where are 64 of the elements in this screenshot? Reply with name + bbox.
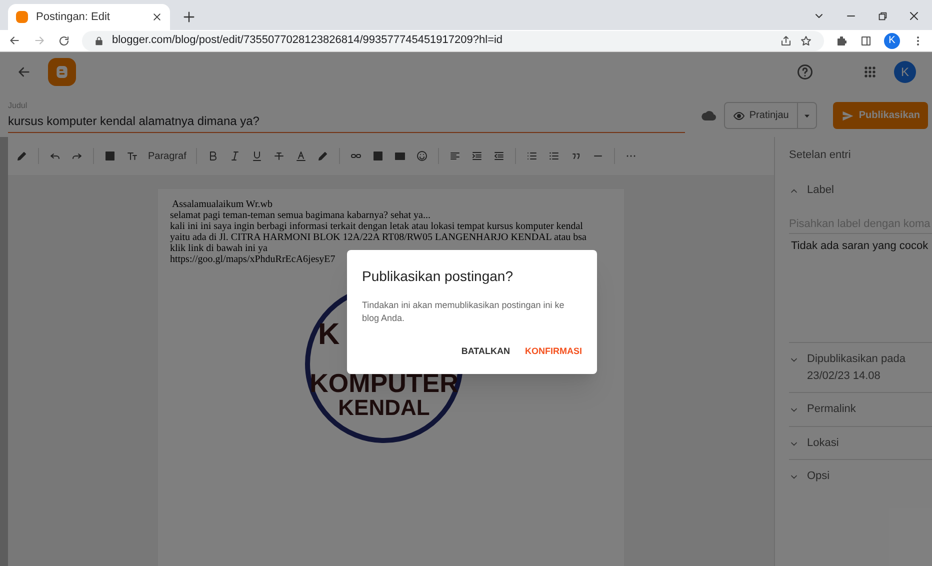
apps-grid-icon[interactable] <box>862 64 878 80</box>
blogger-logo-icon <box>48 58 76 86</box>
title-text: kursus komputer kendal alamatnya dimana ya? <box>8 113 260 130</box>
section-header[interactable]: Label <box>789 182 932 198</box>
reload-icon[interactable] <box>58 34 70 46</box>
cancel-button[interactable]: BATALKAN <box>461 345 510 358</box>
emoji-icon[interactable] <box>416 150 428 162</box>
favicon-icon <box>16 11 28 23</box>
indent-icon[interactable] <box>471 150 484 162</box>
post-text: Assalamualaikum Wr.wb <box>170 199 272 210</box>
logo-text: K <box>318 318 340 352</box>
outdent-icon[interactable] <box>493 150 506 162</box>
underline-icon[interactable] <box>251 150 264 162</box>
section-title: Opsi <box>807 469 830 484</box>
section-header[interactable]: Permalink <box>789 401 932 418</box>
url-text: blogger.com/blog/post/edit/7355077028123826814/993577745451917209?hl=id <box>112 33 504 48</box>
post-text: selamat pagi teman-teman semua bagimana kabarnya? sehat ya... <box>170 210 430 221</box>
section-detail: 23/02/23 14.08 <box>807 368 882 384</box>
browser-tab[interactable]: Postingan: Edit <box>8 4 170 30</box>
font-size-icon[interactable] <box>126 150 138 162</box>
star-icon[interactable] <box>800 34 812 46</box>
section-title: Dipublikasikan pada <box>807 352 906 367</box>
bold-icon[interactable] <box>207 150 220 162</box>
section-title: Label <box>807 182 834 198</box>
dialog-title: Publikasikan postingan? <box>362 267 514 286</box>
post-text: kali ini ini saya ingin berbagi informasi terkait dengan letak atau lokasi tempat kursus komputer kendal <box>170 221 583 232</box>
puzzle-icon[interactable] <box>836 34 848 46</box>
address-bar[interactable]: blogger.com/blog/post/edit/7355077028123826814/993577745451917209?hl=id <box>82 30 824 50</box>
confirm-button[interactable]: KONFIRMASI <box>525 345 582 358</box>
sidebar-title: Setelan entri <box>789 148 852 163</box>
section-header[interactable]: Lokasi <box>789 434 932 451</box>
pencil-icon[interactable] <box>16 150 28 162</box>
suggestion-text: Tidak ada saran yang cocok <box>790 238 930 254</box>
eye-icon <box>733 110 746 122</box>
account-avatar[interactable]: K <box>894 61 916 83</box>
profile-avatar[interactable]: K <box>884 32 900 48</box>
close-icon[interactable] <box>152 12 162 22</box>
close-icon[interactable] <box>908 10 920 22</box>
publish-button[interactable]: Publikasikan <box>832 102 928 129</box>
section-title: Permalink <box>807 402 856 417</box>
text-color-icon[interactable] <box>295 150 308 162</box>
share-icon[interactable] <box>780 34 792 46</box>
align-left-icon[interactable] <box>449 150 462 162</box>
help-icon[interactable] <box>796 63 814 81</box>
lock-icon <box>94 36 104 46</box>
post-text: https://goo.gl/maps/xPhduRrEcA6jesyE7 <box>170 254 336 265</box>
post-text: klik link di bawah ini ya <box>170 243 268 254</box>
bulleted-list-icon[interactable] <box>526 150 538 162</box>
new-tab-icon[interactable] <box>182 10 196 24</box>
section-title: Lokasi <box>807 436 839 450</box>
paragraph-dropdown[interactable]: Paragraf <box>148 148 186 164</box>
numbered-list-icon[interactable] <box>548 150 560 162</box>
restore-icon[interactable] <box>877 10 888 22</box>
side-panel-icon[interactable] <box>860 34 872 46</box>
section-header[interactable]: Opsi <box>789 468 932 484</box>
send-icon <box>840 108 855 122</box>
section-header[interactable]: Dipublikasikan pada 23/02/23 14.08 <box>789 351 932 384</box>
post-text: yaitu ada di Jl. CITRA HARMONI BLOK 12A/22A RT08/RW05 LANGENHARJO KENDAL atau bsa <box>170 232 586 243</box>
logo-text: KENDAL <box>338 396 430 420</box>
tab-title: Postingan: Edit <box>36 10 111 25</box>
italic-icon[interactable] <box>229 150 242 162</box>
dialog-message: Tindakan ini akan memublikasikan postingan ini ke blog Anda. <box>362 299 566 325</box>
strikethrough-icon[interactable] <box>273 150 286 162</box>
back-arrow-icon[interactable] <box>8 34 21 47</box>
